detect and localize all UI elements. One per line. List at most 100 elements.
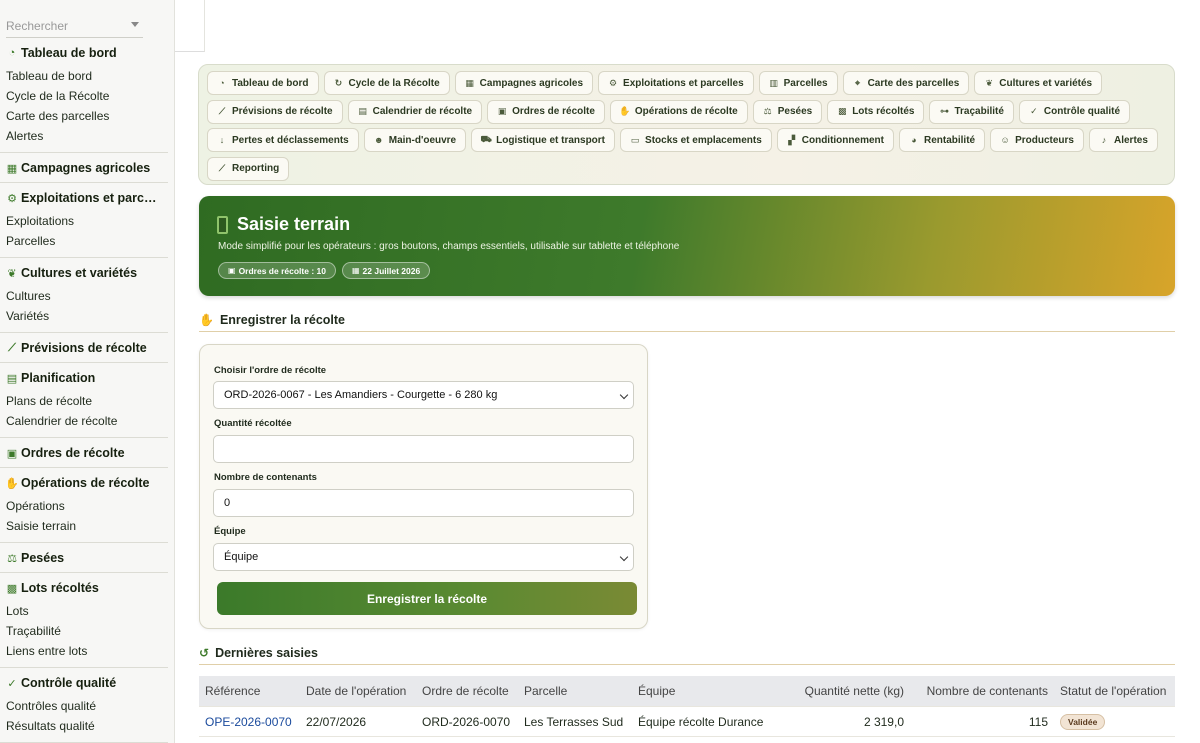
nav-pill[interactable]: ☺ Producteurs	[990, 128, 1084, 152]
sidebar-group-header[interactable]: ▩ Lots récoltés	[6, 580, 168, 596]
quantity-input[interactable]	[213, 435, 634, 463]
nav-pill[interactable]: ▭ Stocks et emplacements	[620, 128, 772, 152]
nav-pill[interactable]: ⟋ Prévisions de récolte	[207, 99, 343, 124]
nav-pill-label: Rentabilité	[923, 134, 976, 146]
sidebar-group: ❦ Cultures et variétés Cultures Variétés	[0, 258, 168, 333]
nav-pill[interactable]: ⊶ Traçabilité	[929, 99, 1014, 124]
nav-pill-label: Ordres de récolte	[512, 106, 595, 117]
nav-pill[interactable]: ☻ Main-d'oeuvre	[363, 128, 467, 152]
nav-pill[interactable]: ⛟ Logistique et transport	[471, 128, 616, 152]
chevron-down-icon[interactable]	[131, 22, 139, 27]
sidebar-item[interactable]: Cycle de la Récolte	[6, 86, 168, 106]
team-select[interactable]: Équipe	[213, 543, 634, 571]
table-row[interactable]: OPE-2026-0070 22/07/2026 ORD-2026-0070 Les …	[199, 707, 1175, 737]
table-cell: Les Terrasses Sud	[524, 714, 624, 729]
column-header[interactable]: Nombre de contenants	[910, 684, 1054, 698]
table-cell: 22/07/2026	[306, 714, 367, 729]
team-select-value: Équipe	[224, 551, 259, 563]
sidebar-item[interactable]: Cultures	[6, 286, 168, 306]
sidebar-item[interactable]: Alertes	[6, 126, 168, 146]
nav-pill-label: Pertes et déclassements	[232, 134, 349, 146]
nav-pill[interactable]: ◔ Tableau de bord	[207, 71, 319, 95]
nav-pill[interactable]: ▤ Calendrier de récolte	[347, 99, 483, 124]
sidebar-item[interactable]: Lots	[6, 601, 168, 621]
nav-pill[interactable]: ✋ Opérations de récolte	[609, 99, 748, 124]
sidebar-item[interactable]: Contrôles qualité	[6, 696, 168, 716]
sidebar-group: ⟋ Prévisions de récolte	[0, 333, 168, 363]
sidebar-group-header[interactable]: ✋ Opérations de récolte	[6, 475, 168, 491]
sidebar-item[interactable]: Traçabilité	[6, 621, 168, 641]
containers-input[interactable]: 0	[213, 489, 634, 517]
nav-pill[interactable]: ▣ Ordres de récolte	[487, 99, 605, 124]
search-input[interactable]	[6, 14, 116, 38]
nav-pill[interactable]: ⚙ Exploitations et parcelles	[598, 71, 754, 95]
nav-pill[interactable]: ❦ Cultures et variétés	[974, 71, 1103, 95]
nav-pill[interactable]: ↻ Cycle de la Récolte	[323, 71, 450, 95]
nav-row: ⟋ Reporting	[207, 156, 1166, 181]
clipboard-check-icon: ▣	[497, 106, 507, 116]
nav-pill[interactable]: ⟋ Reporting	[207, 156, 290, 181]
gauge-icon: ◔	[8, 47, 16, 59]
column-header[interactable]: Date de l'opération	[300, 684, 416, 698]
sidebar-item[interactable]: Variétés	[6, 306, 168, 326]
sidebar-items: Plans de récolte Calendrier de récolte	[6, 391, 168, 431]
boxes-icon: ▞	[788, 134, 796, 145]
nav-pill[interactable]: ✓ Contrôle qualité	[1018, 99, 1131, 124]
sidebar-group-header[interactable]: ✓ Contrôle qualité	[6, 675, 168, 691]
column-header[interactable]: Ordre de récolte	[416, 684, 518, 698]
nav-pill[interactable]: ♪ Alertes	[1089, 128, 1158, 152]
sidebar-group-header[interactable]: ▦ Campagnes agricoles	[6, 160, 168, 176]
sidebar-group-header[interactable]: ▣ Ordres de récolte	[6, 445, 168, 461]
nav-pill[interactable]: ⚖ Pesées	[752, 99, 823, 124]
sidebar-item[interactable]: Saisie terrain	[6, 516, 168, 536]
sidebar-group-title: Tableau de bord	[21, 46, 117, 60]
column-header[interactable]: Équipe	[632, 684, 782, 698]
sidebar-item[interactable]: Exploitations	[6, 211, 168, 231]
operation-reference-link[interactable]: OPE-2026-0070	[199, 715, 300, 729]
sidebar-group: ▣ Ordres de récolte	[0, 438, 168, 468]
chart-line-icon: ⟋	[8, 341, 16, 354]
sidebar-item[interactable]: Tableau de bord	[6, 66, 168, 86]
sidebar-group-header[interactable]: ◔ Tableau de bord	[6, 45, 168, 61]
nav-pill[interactable]: ◕ Rentabilité	[898, 128, 986, 152]
sidebar-item[interactable]: Résultats qualité	[6, 716, 168, 736]
column-header[interactable]: Parcelle	[518, 684, 632, 698]
nav-pill[interactable]: ⌖ Carte des parcelles	[842, 71, 970, 95]
nav-pill[interactable]: ▦ Campagnes agricoles	[454, 71, 594, 95]
sidebar-group-header[interactable]: ❦ Cultures et variétés	[6, 265, 168, 281]
sidebar-group-header[interactable]: ⚙ Exploitations et parc…	[6, 190, 168, 206]
nav-pill-label: Parcelles	[783, 77, 828, 89]
record-section-heading: ✋ Enregistrer la récolte	[199, 308, 1175, 332]
order-select[interactable]: ORD-2026-0067 - Les Amandiers - Courgett…	[213, 381, 634, 409]
sidebar-item[interactable]: Opérations	[6, 496, 168, 516]
map-icon: ▥	[769, 77, 778, 88]
orders-count-text: Ordres de récolte : 10	[238, 265, 326, 276]
sidebar-search[interactable]	[6, 14, 143, 38]
sidebar-item[interactable]: Parcelles	[6, 231, 168, 251]
sidebar-group-header[interactable]: ⚖ Pesées	[6, 550, 168, 566]
page-subtitle: Mode simplifié pour les opérateurs : gro…	[218, 241, 680, 252]
nav-pill[interactable]: ↓ Pertes et déclassements	[207, 128, 359, 152]
hero-banner: Saisie terrain Mode simplifié pour les o…	[199, 196, 1175, 296]
sidebar-items: Cultures Variétés	[6, 286, 168, 326]
gauge-icon: ◔	[219, 78, 225, 88]
table-cell: ORD-2026-0070	[422, 714, 511, 729]
nav-pill[interactable]: ▥ Parcelles	[758, 71, 838, 95]
sidebar-item[interactable]: Liens entre lots	[6, 641, 168, 661]
warehouse-icon: ▭	[630, 134, 640, 145]
sidebar-group-header[interactable]: ▤ Planification	[6, 370, 168, 386]
sidebar-group-title: Opérations de récolte	[21, 476, 150, 490]
column-header[interactable]: Quantité nette (kg)	[782, 684, 910, 698]
column-header[interactable]: Statut de l'opération	[1054, 684, 1175, 698]
column-header[interactable]: Référence	[199, 684, 300, 698]
table-cell: Équipe récolte Durance	[638, 714, 764, 729]
sidebar-item[interactable]: Carte des parcelles	[6, 106, 168, 126]
order-label: Choisir l'ordre de récolte	[214, 365, 327, 376]
order-select-value: ORD-2026-0067 - Les Amandiers - Courgett…	[224, 389, 498, 401]
nav-pill[interactable]: ▞ Conditionnement	[776, 128, 894, 152]
sidebar-item[interactable]: Calendrier de récolte	[6, 411, 168, 431]
sidebar-item[interactable]: Plans de récolte	[6, 391, 168, 411]
nav-pill[interactable]: ▩ Lots récoltés	[827, 99, 925, 124]
sidebar-group-header[interactable]: ⟋ Prévisions de récolte	[6, 340, 168, 356]
submit-harvest-button[interactable]: Enregistrer la récolte	[217, 582, 637, 615]
